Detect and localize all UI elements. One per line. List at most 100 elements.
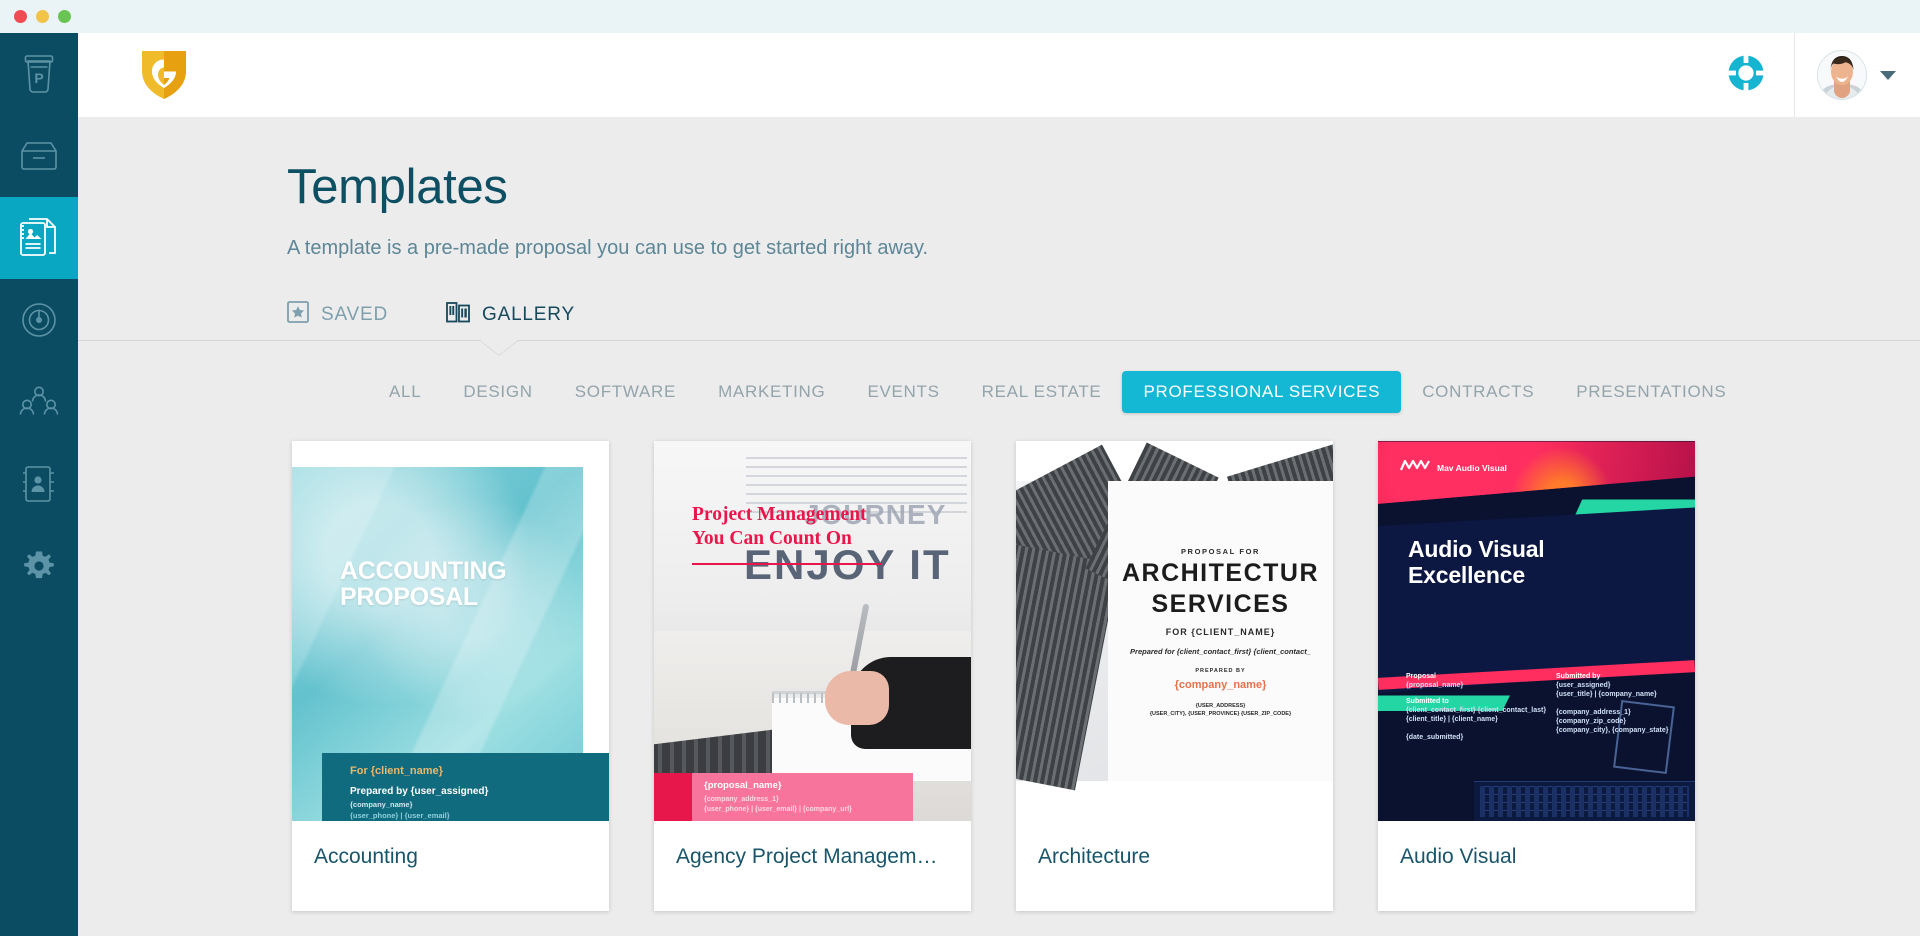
cover-meta-right: Submitted by {user_assigned} {user_title… — [1556, 673, 1686, 734]
tab-saved-label: SAVED — [321, 303, 389, 325]
window-titlebar — [0, 0, 1920, 33]
star-box-icon — [287, 301, 309, 328]
template-thumbnail: ACCOUNTING PROPOSAL For {client_name} Pr… — [292, 441, 609, 822]
cover-submitted-to-value: {client_contact_first} {client_contact_l… — [1406, 707, 1547, 715]
template-card-audio-visual[interactable]: Mav Audio Visual Audio Visual Excellence… — [1378, 441, 1695, 912]
template-card-architecture[interactable]: PROPOSAL FOR ARCHITECTUR SERVICES FOR {C… — [1016, 441, 1333, 912]
dashboard-gauge-icon — [20, 301, 58, 339]
sidebar-item-documents[interactable] — [0, 197, 78, 279]
template-card-title: Accounting — [314, 845, 418, 869]
cover-footer: {proposal_name} {company_address_1} {use… — [692, 773, 913, 822]
category-design[interactable]: DESIGN — [442, 371, 553, 413]
cover-submitted-by-value: {user_assigned} — [1556, 682, 1611, 690]
cover-client-title: {client_title} | {client_name} — [1406, 716, 1498, 724]
cover-proposal-value: {proposal_name} — [1406, 682, 1464, 690]
header-right-group — [1698, 33, 1920, 117]
documents-icon — [19, 217, 59, 259]
close-window-button[interactable] — [14, 10, 27, 23]
minimize-window-button[interactable] — [36, 10, 49, 23]
template-card-title: Audio Visual — [1400, 845, 1517, 869]
template-card-title: Architecture — [1038, 845, 1151, 869]
category-professional-services[interactable]: PROFESSIONAL SERVICES — [1122, 371, 1402, 414]
template-thumbnail: Mav Audio Visual Audio Visual Excellence… — [1378, 441, 1695, 822]
cover-meta-left: Proposal {proposal_name} Submitted to {c… — [1406, 673, 1556, 741]
cover-heading-line2: SERVICES — [1151, 589, 1290, 618]
template-card-accounting[interactable]: ACCOUNTING PROPOSAL For {client_name} Pr… — [292, 441, 609, 912]
g-shield-logo[interactable] — [138, 46, 190, 105]
cover-prepared-for: Prepared for {client_contact_first} {cli… — [1130, 646, 1311, 656]
app-header — [78, 33, 1920, 117]
gear-icon — [22, 549, 56, 583]
contacts-book-icon — [20, 463, 58, 505]
cover-city-line: {USER_CITY}, {USER_PROVINCE} {USER_ZIP_C… — [1149, 710, 1292, 717]
cover-user-title: {user_title} | {company_name} — [1556, 691, 1657, 699]
category-contracts[interactable]: CONTRACTS — [1401, 371, 1555, 413]
cover-paper: PROPOSAL FOR ARCHITECTUR SERVICES FOR {C… — [1108, 481, 1333, 782]
cover-for-line: For {client_name} — [350, 765, 443, 778]
sidebar-item-team[interactable] — [0, 361, 78, 443]
cover-for-client: FOR {CLIENT_NAME} — [1165, 626, 1276, 637]
cover-contact: {user_phone} | {user_email} | {company_u… — [704, 806, 852, 814]
cover-heading-line1: Audio Visual — [1408, 536, 1545, 563]
sidebar-item-inbox[interactable] — [0, 115, 78, 197]
template-thumbnail: PROPOSAL FOR ARCHITECTUR SERVICES FOR {C… — [1016, 441, 1333, 822]
category-filter-bar: ALL DESIGN SOFTWARE MARKETING EVENTS REA… — [368, 371, 1920, 414]
cover-contact: {user_phone} | {user_email} — [350, 811, 450, 821]
template-thumbnail: JOURNEY ENJOY IT Project Management You … — [654, 441, 971, 822]
sidebar-item-settings[interactable] — [0, 525, 78, 607]
maximize-window-button[interactable] — [58, 10, 71, 23]
page-header: Templates A template is a pre-made propo… — [78, 117, 1920, 260]
template-card-title: Agency Project Management Se... — [676, 845, 971, 869]
coffee-cup-p-icon: P — [21, 53, 57, 95]
cover-company-address: {company_address_1} — [704, 796, 779, 804]
tab-gallery-label: GALLERY — [482, 303, 575, 325]
tab-gallery[interactable]: GALLERY — [446, 301, 575, 340]
page-subtitle: A template is a pre-made proposal you ca… — [287, 237, 929, 260]
cover-submitted-by-label: Submitted by — [1556, 673, 1601, 681]
cover-proposal-label: Proposal — [1406, 673, 1436, 681]
cover-brand: Mav Audio Visual — [1399, 459, 1507, 477]
cover-company-city: {company_city}, {company_state} — [1556, 727, 1669, 735]
help-button[interactable] — [1698, 33, 1794, 117]
mav-wave-logo-icon — [1399, 459, 1430, 477]
cover-proposal-name: {proposal_name} — [704, 780, 782, 792]
category-presentations[interactable]: PRESENTATIONS — [1555, 371, 1747, 413]
cover-pink-accent — [654, 773, 696, 822]
user-menu[interactable] — [1795, 33, 1920, 117]
category-real-estate[interactable]: REAL ESTATE — [961, 371, 1123, 413]
template-grid: ACCOUNTING PROPOSAL For {client_name} Pr… — [292, 441, 1920, 912]
main-content: Templates A template is a pre-made propo… — [78, 117, 1920, 936]
cover-heading-line2: You Can Count On — [692, 527, 852, 549]
cover-footer: For {client_name} Prepared by {user_assi… — [322, 753, 609, 822]
cover-heading: Project Management You Can Count On — [692, 503, 922, 550]
cover-date-submitted: {date_submitted} — [1406, 734, 1464, 742]
cover-heading-line1: Project Management — [692, 504, 867, 526]
chevron-down-icon[interactable] — [1880, 70, 1896, 80]
avatar[interactable] — [1817, 50, 1867, 100]
sidebar-item-coffee[interactable]: P — [0, 33, 78, 115]
cover-hand — [825, 671, 889, 726]
active-tab-pointer — [480, 340, 518, 356]
template-card-agency-project-management[interactable]: JOURNEY ENJOY IT Project Management You … — [654, 441, 971, 912]
inbox-icon — [19, 140, 59, 172]
sidebar-item-contacts[interactable] — [0, 443, 78, 525]
cover-heading-line1: ARCHITECTUR — [1121, 559, 1320, 588]
sidebar-item-dashboard[interactable] — [0, 279, 78, 361]
svg-text:P: P — [34, 70, 43, 86]
cover-eyebrow: PROPOSAL FOR — [1180, 547, 1261, 557]
traffic-lights — [14, 10, 71, 23]
page-title: Templates — [287, 160, 508, 214]
cover-submitted-to-label: Submitted to — [1406, 698, 1449, 706]
tab-separator — [78, 340, 1920, 356]
tab-saved[interactable]: SAVED — [287, 301, 388, 340]
category-marketing[interactable]: MARKETING — [697, 371, 846, 413]
category-events[interactable]: EVENTS — [846, 371, 960, 413]
category-software[interactable]: SOFTWARE — [554, 371, 697, 413]
cover-rule — [692, 563, 882, 566]
lifebuoy-icon — [1726, 53, 1766, 98]
cover-company-zip: {company_zip_code} — [1556, 718, 1627, 726]
category-all[interactable]: ALL — [368, 371, 442, 413]
cover-company: {company_name} — [1174, 678, 1267, 691]
cover-company-address: {company_address_1} — [1556, 709, 1631, 717]
cover-heading: ACCOUNTING PROPOSAL — [340, 557, 507, 611]
